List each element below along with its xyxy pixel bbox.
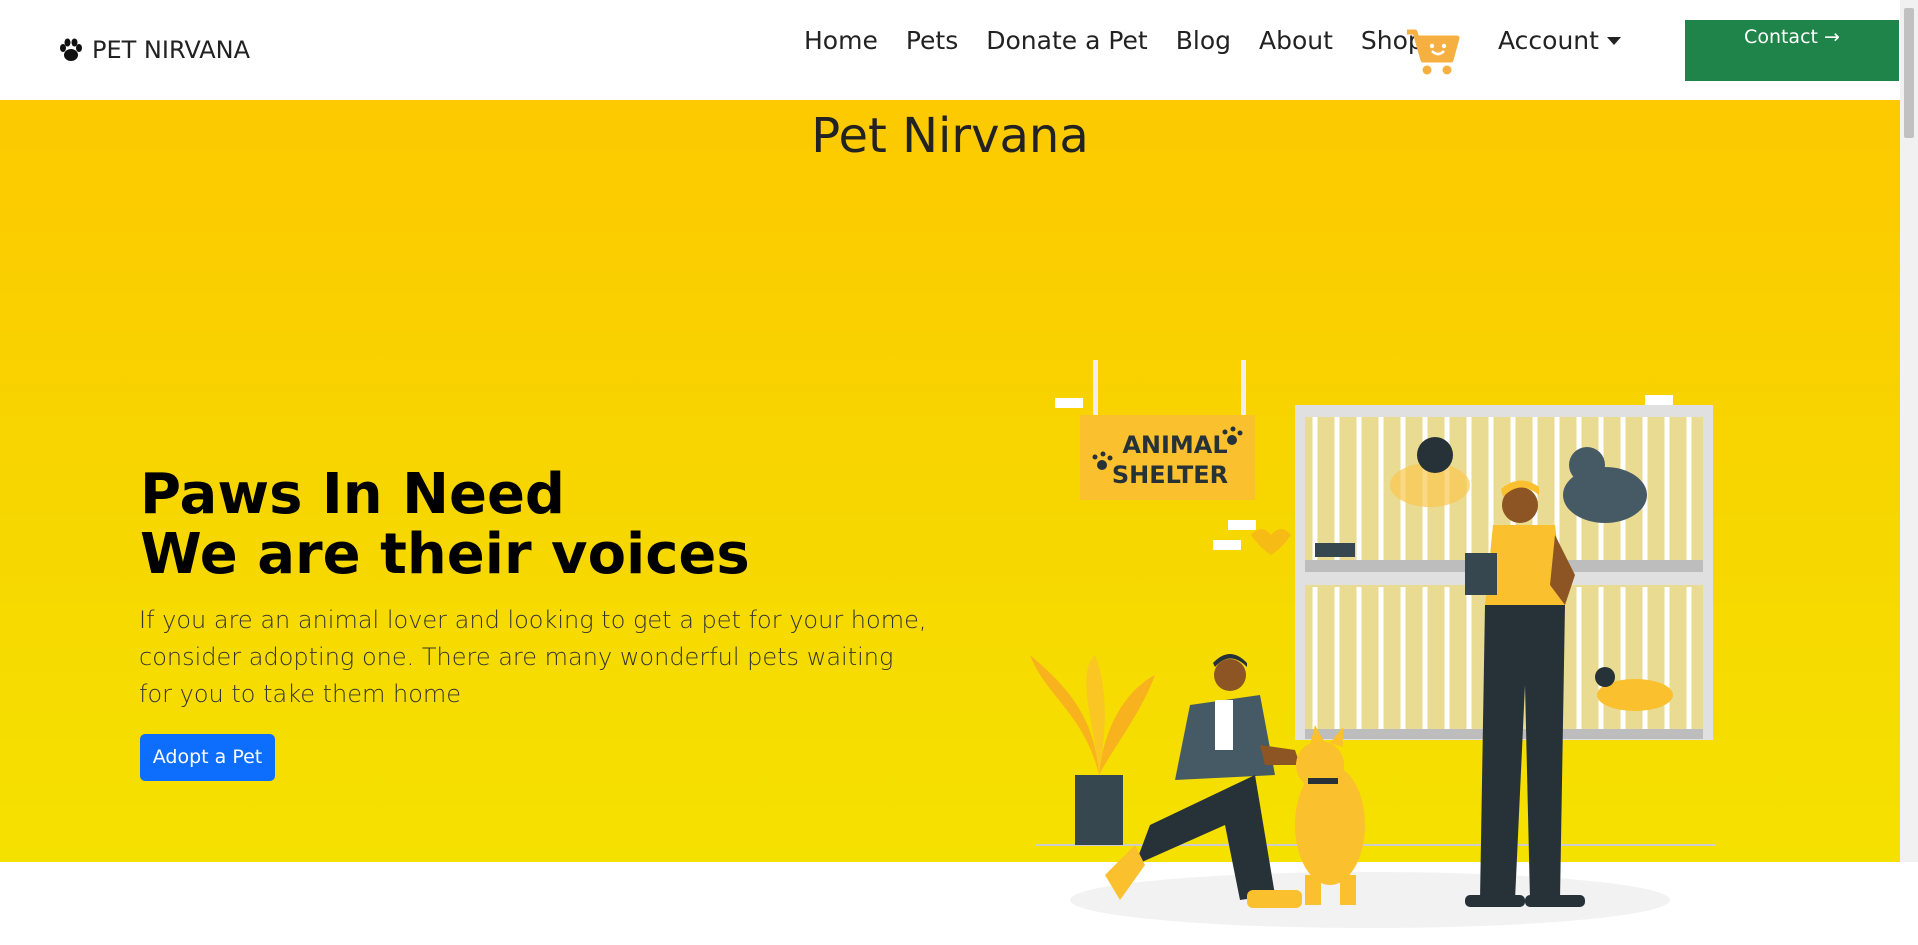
adopt-pet-button[interactable]: Adopt a Pet: [140, 734, 275, 781]
nav-donate[interactable]: Donate a Pet: [972, 24, 1161, 58]
hero-section: Pet Nirvana Paws In Need We are their vo…: [0, 100, 1900, 928]
account-label: Account: [1498, 26, 1599, 55]
hero-description: If you are an animal lover and looking t…: [139, 606, 927, 708]
contact-button[interactable]: Contact →: [1685, 20, 1899, 81]
headline-line-1: Paws In Need: [140, 462, 566, 527]
hero-headline: Paws In Need We are their voices: [140, 465, 750, 585]
hero-title: Pet Nirvana: [811, 108, 1089, 164]
paw-icon: [60, 38, 82, 61]
nav-about[interactable]: About: [1245, 24, 1347, 58]
caret-down-icon: [1606, 37, 1621, 45]
animal-shelter-illustration: ANIMAL SHELTER: [1030, 360, 1715, 928]
navbar: PET NIRVANA Home Pets Donate a Pet Blog …: [0, 0, 1900, 100]
brand-link[interactable]: PET NIRVANA: [58, 36, 250, 64]
headline-line-2: We are their voices: [140, 522, 750, 587]
nav-blog[interactable]: Blog: [1162, 24, 1245, 58]
sign-text-2: SHELTER: [1112, 461, 1228, 489]
brand-name: PET NIRVANA: [92, 36, 250, 64]
account-dropdown[interactable]: Account: [1498, 24, 1621, 58]
nav-home[interactable]: Home: [804, 24, 892, 58]
scrollbar-thumb[interactable]: [1904, 8, 1914, 138]
page-scrollbar[interactable]: [1900, 0, 1918, 862]
cart-icon[interactable]: [1405, 26, 1461, 78]
nav-links: Home Pets Donate a Pet Blog About Shop: [804, 24, 1438, 58]
nav-pets[interactable]: Pets: [892, 24, 972, 58]
sign-text-1: ANIMAL: [1122, 431, 1227, 459]
